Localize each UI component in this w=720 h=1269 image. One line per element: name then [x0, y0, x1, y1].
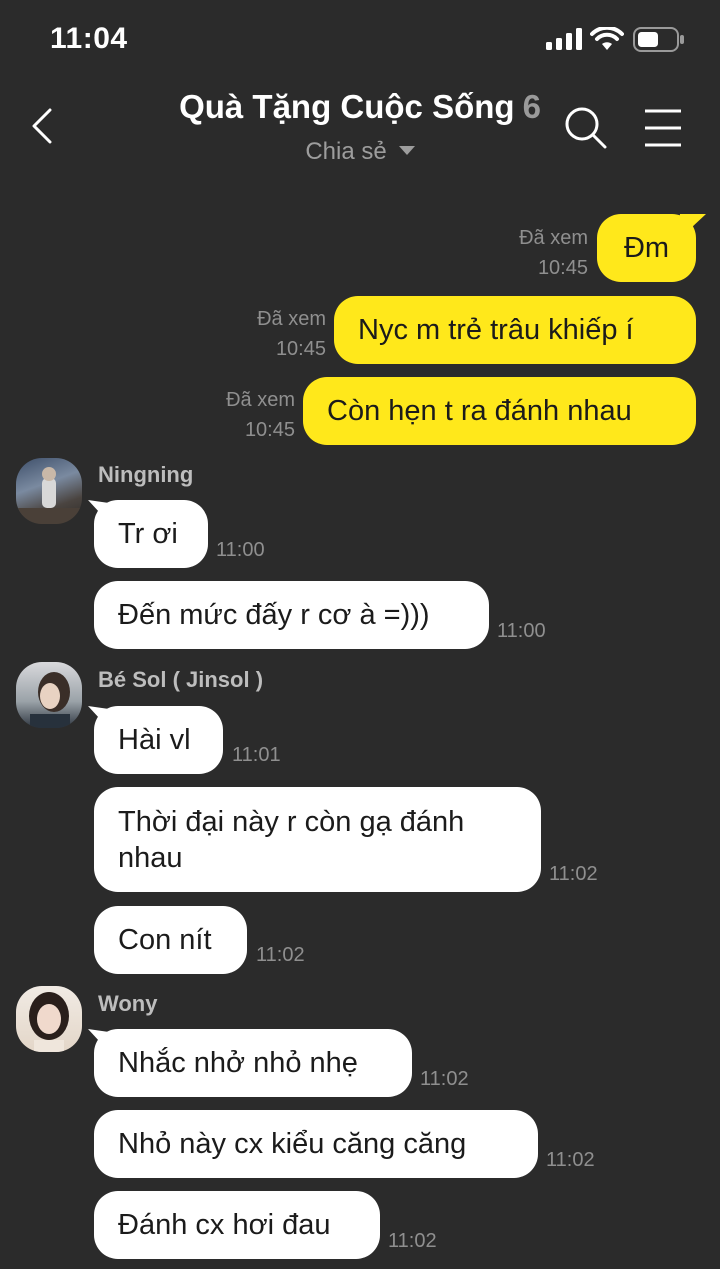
- sender-name: Wony: [98, 991, 158, 1016]
- message-text: Thời đại này r còn gạ đánh nhau: [118, 805, 465, 874]
- avatar[interactable]: [16, 986, 82, 1052]
- outgoing-message[interactable]: Còn hẹn t ra đánh nhau: [303, 377, 696, 445]
- sender-name: Ningning: [98, 462, 194, 487]
- seen-label: Đã xem: [226, 389, 295, 411]
- incoming-message[interactable]: Thời đại này r còn gạ đánh nhau: [94, 787, 541, 892]
- message-text: Tr ơi: [118, 518, 178, 550]
- wifi-icon: [590, 27, 624, 50]
- seen-label: Đã xem: [257, 308, 326, 330]
- outgoing-message[interactable]: Nyc m trẻ trâu khiếp í: [334, 296, 696, 364]
- message-text: Đến mức đấy r cơ à =))): [118, 599, 430, 631]
- message-text: Nyc m trẻ trâu khiếp í: [358, 314, 634, 346]
- message-text: Nhỏ này cx kiểu căng căng: [118, 1128, 467, 1160]
- message-time: 11:02: [420, 1068, 469, 1090]
- avatar[interactable]: [16, 458, 82, 524]
- search-icon[interactable]: [564, 106, 608, 150]
- message-time: 11:02: [549, 863, 598, 885]
- message-time: 11:02: [388, 1230, 437, 1252]
- chat-name: Quà Tặng Cuộc Sống: [179, 88, 515, 125]
- avatar[interactable]: [16, 662, 82, 728]
- message-text: Hài vl: [118, 724, 191, 756]
- incoming-message[interactable]: Đến mức đấy r cơ à =))): [94, 581, 489, 649]
- chat-subtitle-dropdown[interactable]: Chia sẻ: [0, 138, 720, 166]
- message-time: 11:01: [232, 744, 281, 766]
- incoming-message[interactable]: Tr ơi: [94, 500, 208, 568]
- signal-icon: [546, 28, 582, 50]
- menu-icon[interactable]: [644, 108, 682, 148]
- message-text: Đánh cx hơi đau: [118, 1209, 331, 1241]
- subtitle-label: Chia sẻ: [305, 138, 387, 165]
- message-meta: Đã xem 10:45: [226, 385, 295, 445]
- incoming-message[interactable]: Nhỏ này cx kiểu căng căng: [94, 1110, 538, 1178]
- message-time: 11:02: [546, 1149, 595, 1171]
- message-time: 11:02: [256, 944, 305, 966]
- avatar-photo-icon: [16, 467, 82, 524]
- message-time: 11:00: [216, 539, 265, 561]
- incoming-message[interactable]: Hài vl: [94, 706, 223, 774]
- message-time: 10:45: [537, 257, 588, 279]
- incoming-message[interactable]: Con nít: [94, 906, 247, 974]
- incoming-message[interactable]: Nhắc nhở nhỏ nhẹ: [94, 1029, 412, 1097]
- message-time: 10:45: [244, 419, 295, 441]
- message-text: Con nít: [118, 924, 212, 956]
- message-meta: Đã xem 10:45: [257, 304, 326, 364]
- caret-down-icon: [398, 146, 415, 156]
- avatar-photo-icon: [30, 672, 70, 728]
- avatar-photo-icon: [29, 992, 69, 1052]
- chat-title[interactable]: Quà Tặng Cuộc Sống 6: [0, 88, 720, 126]
- message-text: Đm: [623, 232, 670, 264]
- message-meta: Đã xem 10:45: [519, 223, 588, 283]
- message-text: Còn hẹn t ra đánh nhau: [327, 395, 632, 427]
- outgoing-message[interactable]: Đm: [597, 214, 696, 282]
- sender-name: Bé Sol ( Jinsol ): [98, 667, 264, 692]
- seen-label: Đã xem: [519, 227, 588, 249]
- message-time: 11:00: [497, 620, 546, 642]
- battery-icon: [633, 27, 684, 52]
- message-time: 10:45: [275, 338, 326, 360]
- status-time: 11:04: [50, 22, 128, 55]
- member-count: 6: [522, 88, 541, 125]
- incoming-message[interactable]: Đánh cx hơi đau: [94, 1191, 380, 1259]
- message-text: Nhắc nhở nhỏ nhẹ: [118, 1047, 358, 1079]
